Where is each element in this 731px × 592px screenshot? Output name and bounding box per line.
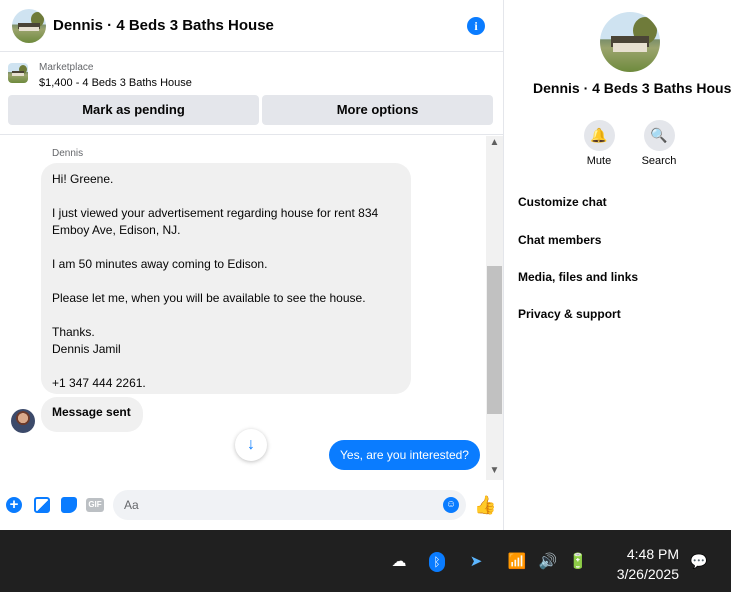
wifi-icon[interactable]: 📶 <box>507 552 527 572</box>
emoji-icon[interactable]: ☺ <box>443 497 459 513</box>
message-line: +1 347 444 2261. <box>52 376 146 390</box>
mark-pending-button[interactable]: Mark as pending <box>8 95 259 125</box>
sender-name: Dennis <box>52 148 84 159</box>
menu-privacy-support[interactable]: Privacy & support <box>518 307 621 321</box>
composer: + GIF ☺ 👍 <box>0 484 504 530</box>
mute-button[interactable]: 🔔 Mute <box>569 120 629 167</box>
chat-header: Dennis · 4 Beds 3 Baths House i <box>0 0 504 52</box>
more-options-button[interactable]: More options <box>262 95 493 125</box>
info-icon[interactable]: i <box>467 17 485 35</box>
message-line: I am 50 minutes away coming to Edison. <box>52 257 268 271</box>
battery-icon[interactable]: 🔋 <box>567 552 589 572</box>
incoming-message: Hi! Greene. I just viewed your advertise… <box>41 163 411 394</box>
message-scrollbar[interactable]: ▲ ▼ <box>486 136 503 480</box>
bluetooth-icon[interactable]: ᛒ <box>429 552 445 572</box>
bell-icon: 🔔 <box>583 120 615 151</box>
message-line: Thanks. <box>52 325 95 339</box>
details-title: Dennis · 4 Beds 3 Baths House <box>533 80 731 96</box>
arrow-down-icon[interactable]: ↓ <box>235 429 267 461</box>
sticker-icon[interactable] <box>61 497 77 513</box>
message-line: Hi! Greene. <box>52 172 114 186</box>
marketplace-label: Marketplace <box>39 62 94 73</box>
cloud-icon[interactable]: ☁ <box>388 552 410 572</box>
scroll-up-arrow[interactable]: ▲ <box>486 136 503 150</box>
listing-thumbnail[interactable] <box>8 63 28 83</box>
chat-title[interactable]: Dennis · 4 Beds 3 Baths House <box>53 17 274 34</box>
details-panel: Dennis · 4 Beds 3 Baths House 🔔 Mute 🔍 S… <box>505 0 731 530</box>
message-line: Dennis Jamil <box>52 342 121 356</box>
chat-avatar[interactable] <box>12 9 46 43</box>
listing-title[interactable]: $1,400 - 4 Beds 3 Baths House <box>39 77 192 89</box>
thumbs-up-icon[interactable]: 👍 <box>474 494 496 516</box>
message-line: Please let me, when you will be availabl… <box>52 291 366 305</box>
clock-time: 4:48 PM <box>626 546 679 562</box>
clock-date: 3/26/2025 <box>616 566 679 582</box>
outgoing-message: Yes, are you interested? <box>329 440 480 470</box>
message-list: Dennis Hi! Greene. I just viewed your ad… <box>0 136 504 480</box>
menu-chat-members[interactable]: Chat members <box>518 233 601 247</box>
taskbar-clock[interactable]: 4:48 PM 3/26/2025 <box>605 544 679 584</box>
marketplace-banner: Marketplace $1,400 - 4 Beds 3 Baths Hous… <box>0 53 504 135</box>
search-button[interactable]: 🔍 Search <box>629 120 689 167</box>
location-icon[interactable]: ➤ <box>466 552 486 572</box>
volume-icon[interactable]: 🔊 <box>537 552 559 572</box>
message-line: I just viewed your advertisement regardi… <box>52 206 379 237</box>
sender-avatar[interactable] <box>11 409 35 433</box>
photo-icon[interactable] <box>34 497 50 513</box>
menu-customize-chat[interactable]: Customize chat <box>518 195 607 209</box>
scroll-down-arrow[interactable]: ▼ <box>486 464 503 478</box>
scroll-thumb[interactable] <box>487 266 502 414</box>
search-label: Search <box>641 155 677 167</box>
gif-icon[interactable]: GIF <box>86 498 104 512</box>
search-icon: 🔍 <box>643 120 675 151</box>
taskbar: ☁ ᛒ ➤ 📶 🔊 🔋 4:48 PM 3/26/2025 💬 <box>0 530 731 592</box>
chat-panel: Dennis · 4 Beds 3 Baths House i Marketpl… <box>0 0 504 530</box>
mute-label: Mute <box>586 155 612 167</box>
details-avatar <box>600 12 660 72</box>
app-window: Dennis · 4 Beds 3 Baths House i Marketpl… <box>0 0 731 592</box>
menu-media-files-links[interactable]: Media, files and links <box>518 270 638 284</box>
plus-icon[interactable]: + <box>6 497 22 513</box>
message-status: Message sent <box>41 397 143 432</box>
notification-icon[interactable]: 💬 <box>690 552 708 570</box>
message-input[interactable] <box>113 490 466 520</box>
